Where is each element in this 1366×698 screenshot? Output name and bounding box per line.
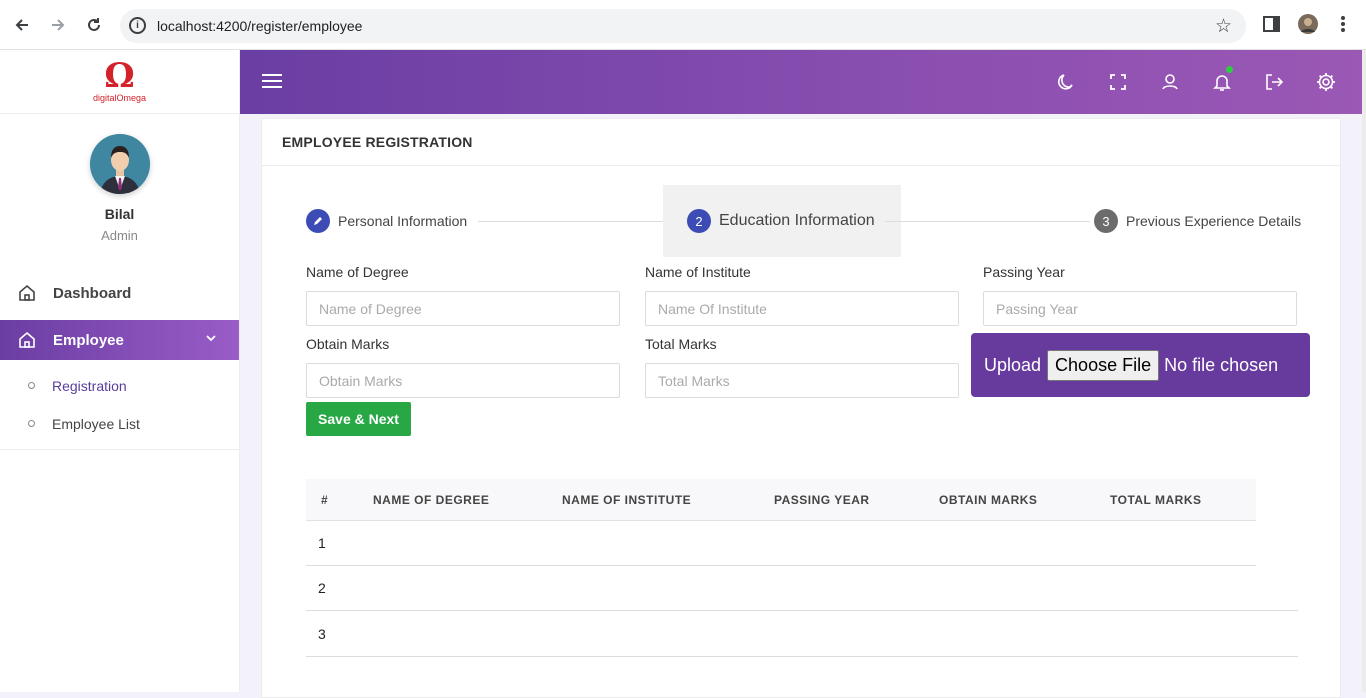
- user-role: Admin: [101, 228, 138, 243]
- moon-icon[interactable]: [1055, 71, 1077, 93]
- file-upload: Upload Choose File No file chosen: [971, 333, 1310, 397]
- choose-file-button[interactable]: Choose File: [1047, 349, 1160, 381]
- pencil-icon: [306, 209, 330, 233]
- column-header: TOTAL MARKS: [1110, 493, 1202, 507]
- sidebar: Ω digitalOmega Bilal Admin Dashboard Emp…: [0, 50, 240, 692]
- passing-year-input[interactable]: Passing Year: [983, 291, 1297, 326]
- back-arrow-icon[interactable]: [10, 13, 34, 37]
- chevron-down-icon[interactable]: [205, 331, 217, 345]
- education-table-header: # NAME OF DEGREE NAME OF INSTITUTE PASSI…: [306, 479, 1256, 521]
- column-header: NAME OF INSTITUTE: [562, 493, 692, 507]
- more-menu-icon[interactable]: [1336, 14, 1350, 39]
- degree-label: Name of Degree: [306, 264, 409, 280]
- upload-label: Upload: [984, 354, 1042, 375]
- step-education-information[interactable]: 2 Education Information: [687, 209, 875, 233]
- settings-icon[interactable]: [1315, 71, 1337, 93]
- step-label: Personal Information: [338, 213, 468, 229]
- sidebar-item-label: Employee: [53, 331, 124, 349]
- total-marks-label: Total Marks: [645, 336, 717, 352]
- table-row: 3: [306, 612, 1298, 657]
- forward-arrow-icon[interactable]: [46, 13, 70, 37]
- step-connector: [885, 221, 1090, 222]
- bullet-icon: [28, 382, 35, 389]
- menu-icon[interactable]: [262, 74, 282, 92]
- row-number: 2: [318, 580, 326, 596]
- url-text[interactable]: localhost:4200/register/employee: [157, 18, 362, 34]
- user-name: Bilal: [104, 206, 135, 222]
- column-header: OBTAIN MARKS: [939, 493, 1038, 507]
- registration-card: EMPLOYEE REGISTRATION Personal Informati…: [261, 118, 1341, 698]
- step-label: Education Information: [719, 212, 875, 229]
- column-header: NAME OF DEGREE: [373, 493, 490, 507]
- step-personal-information[interactable]: Personal Information: [306, 209, 467, 233]
- column-header: #: [321, 493, 329, 507]
- bell-icon[interactable]: [1211, 71, 1233, 93]
- step-previous-experience[interactable]: 3 Previous Experience Details: [1094, 209, 1301, 233]
- sidebar-item-dashboard[interactable]: Dashboard: [0, 273, 239, 313]
- logo-text: digitalOmega: [92, 93, 147, 103]
- obtain-marks-label: Obtain Marks: [306, 336, 390, 352]
- reload-icon[interactable]: [82, 13, 106, 37]
- site-info-icon[interactable]: i: [129, 17, 146, 34]
- step-label: Previous Experience Details: [1126, 213, 1302, 229]
- row-number: 3: [318, 626, 326, 642]
- save-next-button[interactable]: Save & Next: [306, 402, 411, 436]
- file-status: No file chosen: [1164, 354, 1279, 375]
- institute-input[interactable]: Name Of Institute: [645, 291, 959, 326]
- bookmark-star-icon[interactable]: ☆: [1215, 15, 1232, 38]
- sidebar-subitem-registration[interactable]: Registration: [0, 367, 239, 405]
- avatar: [89, 134, 150, 194]
- passing-year-label: Passing Year: [983, 264, 1065, 280]
- browser-toolbar: i localhost:4200/register/employee ☆: [0, 0, 1366, 50]
- fullscreen-icon[interactable]: [1107, 71, 1129, 93]
- sidebar-subitem-label: Registration: [52, 378, 127, 394]
- side-panel-icon[interactable]: [1262, 14, 1282, 39]
- sidebar-menu: Dashboard Employee Registration Employee…: [0, 273, 239, 450]
- sidebar-subitem-employee-list[interactable]: Employee List: [0, 405, 239, 443]
- home-icon: [19, 284, 35, 301]
- user-profile: Bilal Admin: [0, 114, 239, 243]
- total-marks-input[interactable]: Total Marks: [645, 363, 959, 398]
- page-title: EMPLOYEE REGISTRATION: [262, 119, 1340, 166]
- bullet-icon: [28, 420, 35, 427]
- row-number: 1: [318, 535, 326, 551]
- degree-input[interactable]: Name of Degree: [306, 291, 620, 326]
- column-header: PASSING YEAR: [774, 493, 870, 507]
- address-bar[interactable]: i localhost:4200/register/employee ☆: [120, 9, 1246, 43]
- omega-logo-icon: Ω: [104, 56, 135, 96]
- logout-icon[interactable]: [1263, 71, 1285, 93]
- table-row: 2: [306, 566, 1298, 611]
- sidebar-subitem-label: Employee List: [52, 416, 140, 432]
- app-header: [240, 50, 1362, 114]
- notification-badge: [1226, 66, 1233, 73]
- step-number: 2: [687, 209, 711, 233]
- institute-label: Name of Institute: [645, 264, 751, 280]
- sidebar-item-label: Dashboard: [53, 284, 132, 302]
- step-number: 3: [1094, 209, 1118, 233]
- scrollbar[interactable]: [1362, 50, 1366, 692]
- obtain-marks-input[interactable]: Obtain Marks: [306, 363, 620, 398]
- step-connector: [478, 221, 663, 222]
- user-icon[interactable]: [1159, 71, 1181, 93]
- logo[interactable]: Ω digitalOmega: [0, 50, 239, 114]
- home-icon: [19, 331, 35, 348]
- sidebar-item-employee[interactable]: Employee: [0, 320, 239, 360]
- profile-avatar-icon[interactable]: [1297, 13, 1319, 40]
- table-row: 1: [306, 521, 1256, 566]
- employee-submenu: Registration Employee List: [0, 367, 239, 450]
